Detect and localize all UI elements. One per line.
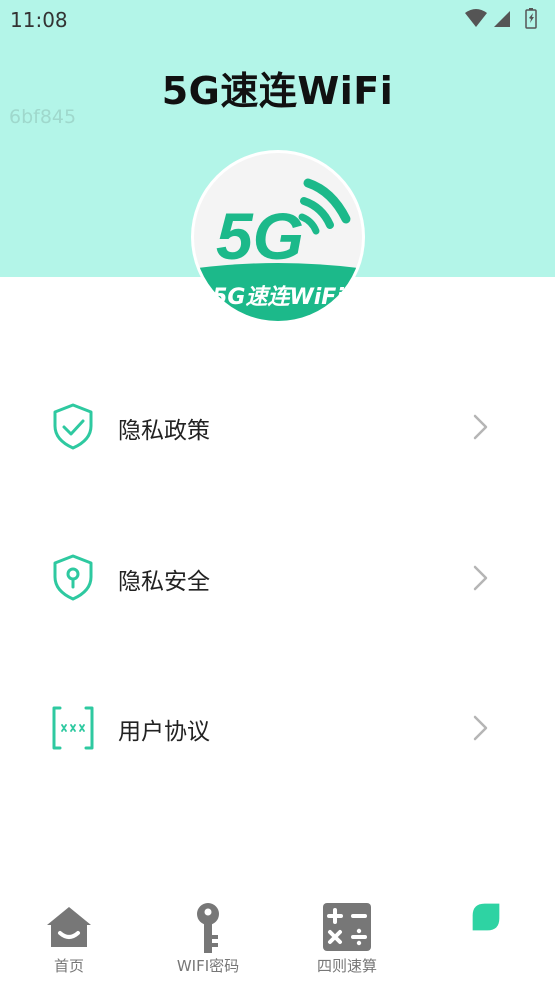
chevron-right-icon (473, 414, 488, 440)
menu-item-privacy-security[interactable]: 隐私安全 (0, 528, 555, 628)
menu-item-user-agreement[interactable]: 用户协议 (0, 678, 555, 778)
tab-label: 首页 (53, 957, 84, 975)
wifi-icon (465, 9, 487, 27)
tab-quick-math[interactable]: 四则速算 (287, 895, 407, 986)
menu-label: 用户协议 (118, 719, 210, 745)
shield-keyhole-icon (53, 554, 93, 601)
chevron-right-icon (473, 565, 488, 591)
menu-label: 隐私安全 (118, 569, 210, 595)
logo-badge-text: 5G (216, 199, 304, 273)
tab-label: WIFI密码 (176, 957, 240, 975)
status-bar: 11:08 (0, 0, 555, 40)
leaf-icon (472, 903, 500, 931)
calculator-icon (323, 903, 371, 951)
menu-item-privacy-policy[interactable]: 隐私政策 (0, 377, 555, 477)
build-id: 6bf845 (9, 106, 77, 128)
bottom-tab-bar: 首页 WIFI密码 四则速算 (0, 895, 555, 986)
app-logo: 5G 5G速连WiFi (191, 150, 365, 324)
menu-label: 隐私政策 (118, 418, 210, 444)
status-time: 11:08 (10, 8, 68, 32)
key-icon (197, 903, 219, 953)
battery-icon (525, 8, 537, 29)
tab-label: 四则速算 (316, 957, 377, 975)
tab-home[interactable]: 首页 (9, 895, 129, 986)
logo-text: 5G速连WiFi (212, 285, 344, 310)
status-icons (465, 8, 537, 29)
signal-icon (494, 11, 510, 27)
tab-mine[interactable] (426, 895, 546, 986)
chevron-right-icon (473, 715, 488, 741)
document-password-icon (52, 706, 94, 750)
shield-check-icon (53, 403, 93, 450)
tab-wifi-password[interactable]: WIFI密码 (148, 895, 268, 986)
home-icon (47, 907, 91, 947)
app-title: 5G速连WiFi (161, 69, 394, 113)
